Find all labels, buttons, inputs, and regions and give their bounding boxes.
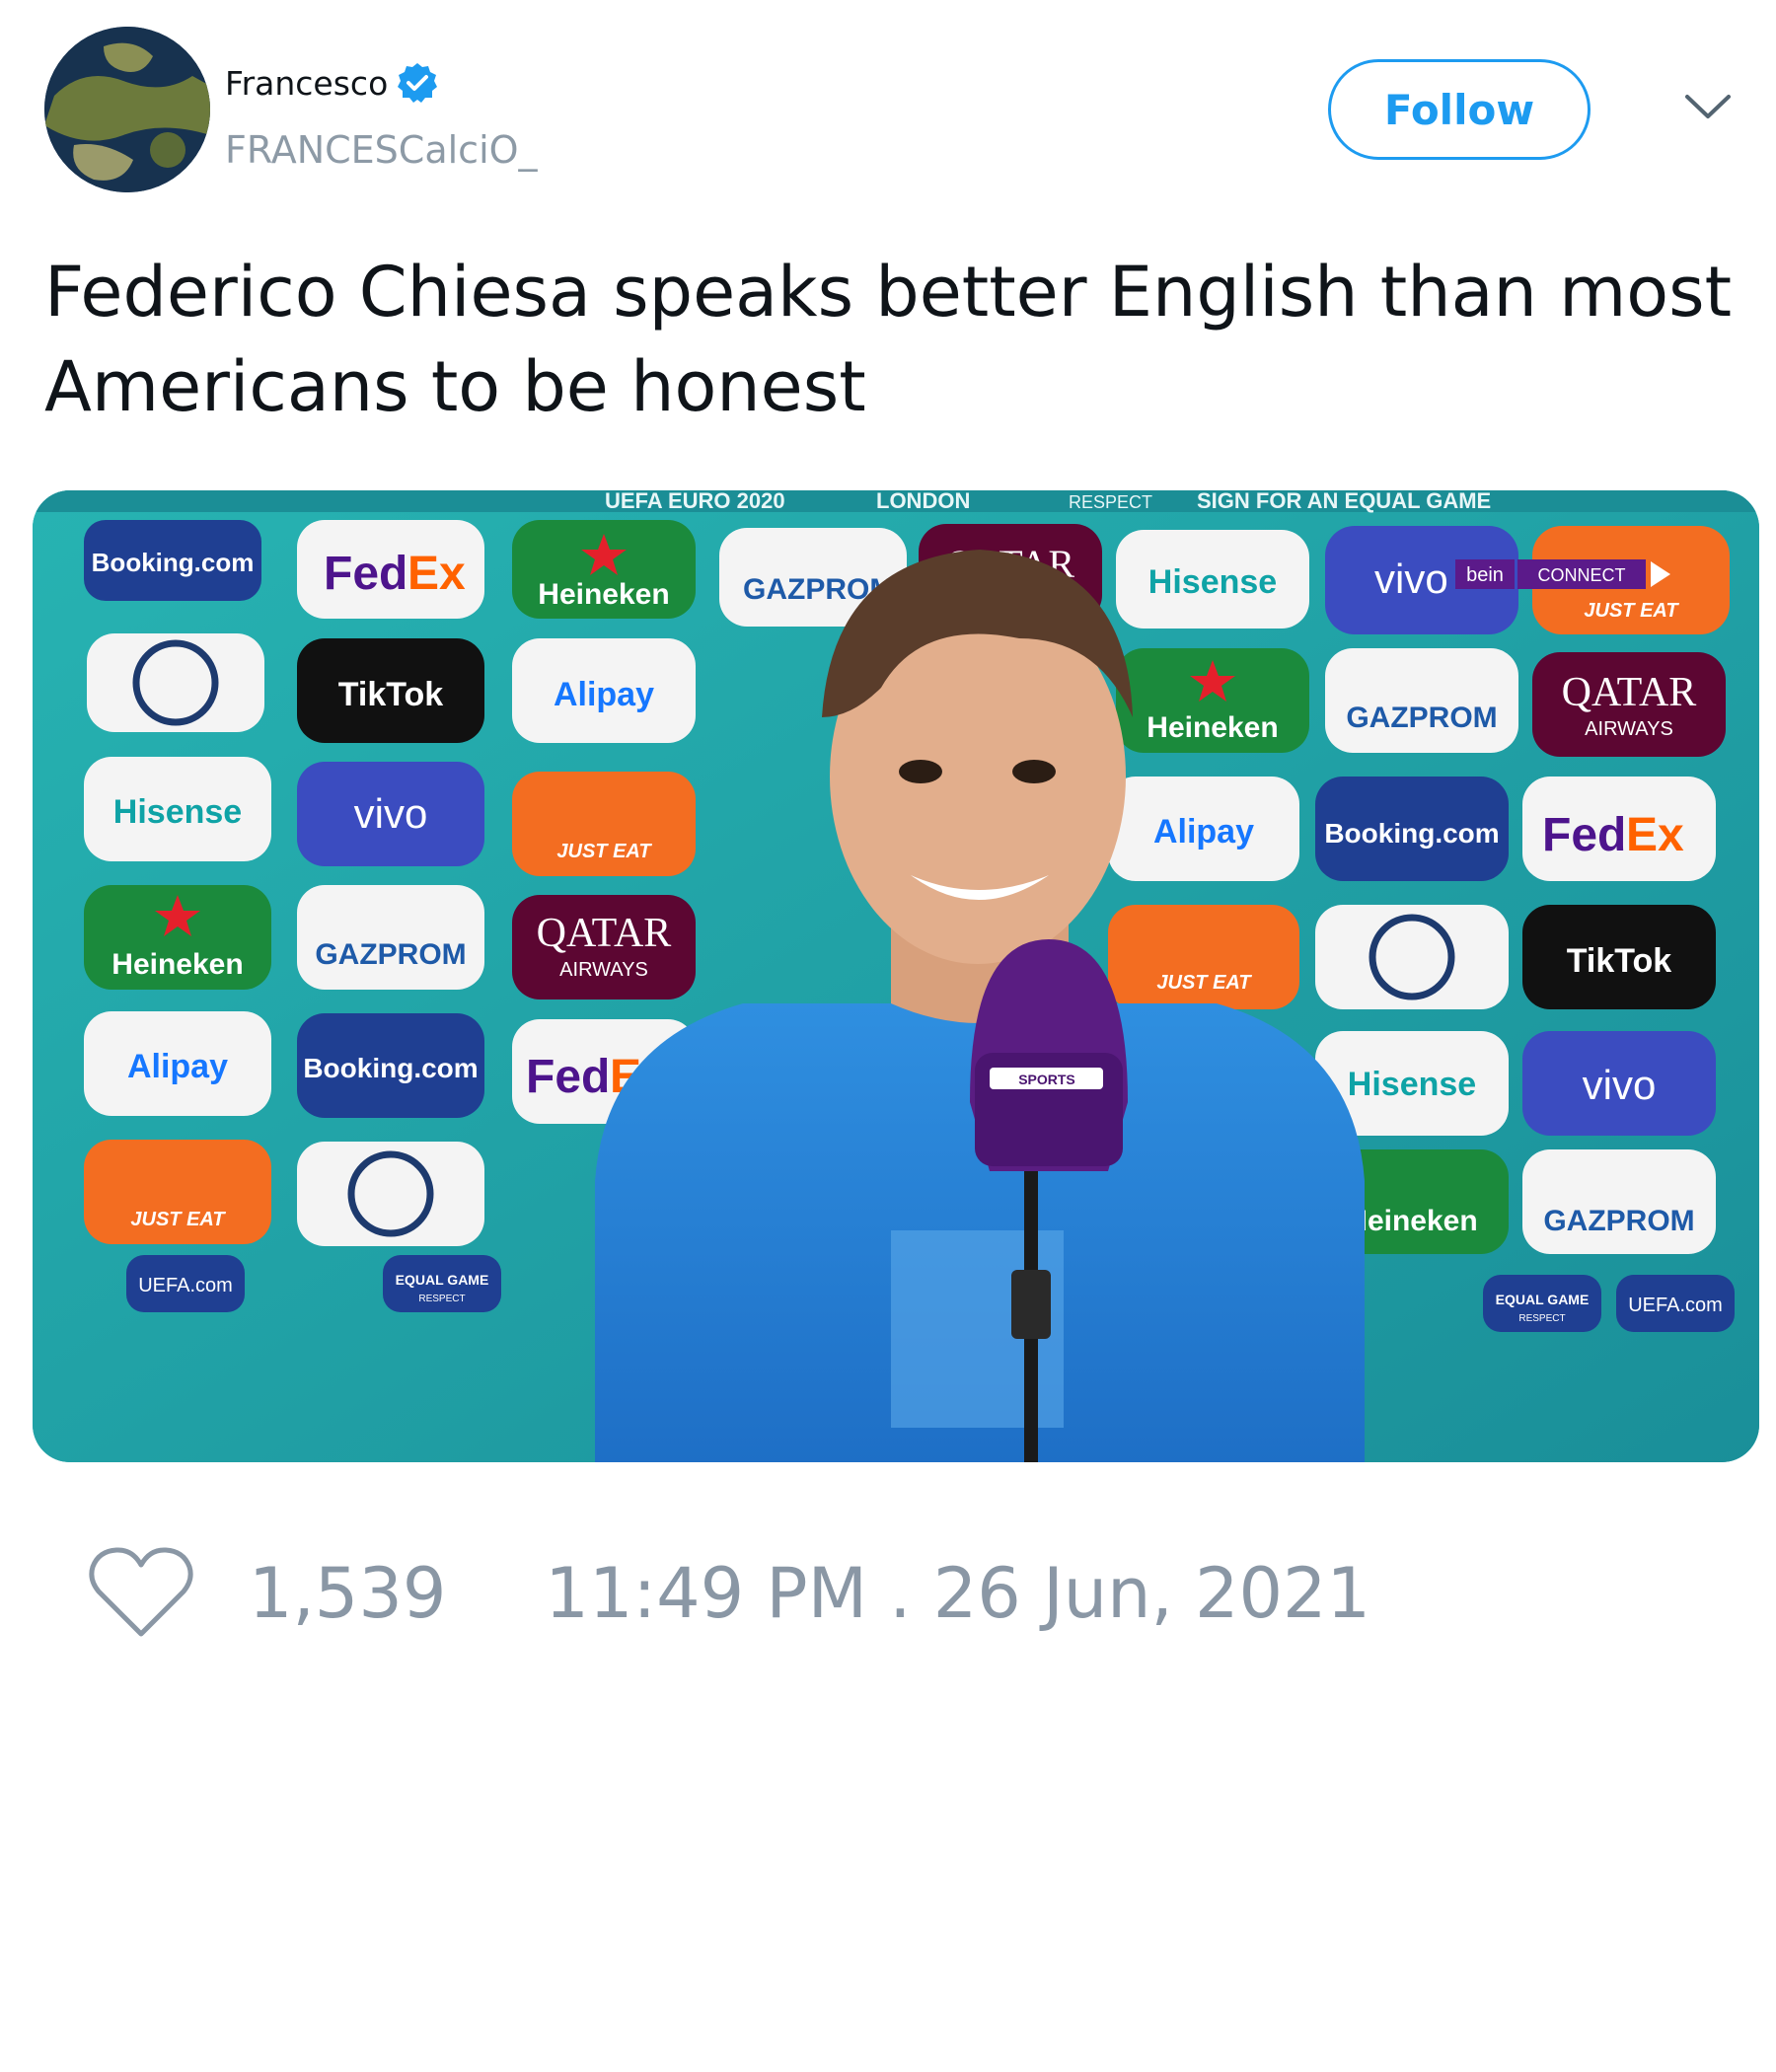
svg-text:GAZPROM: GAZPROM	[1346, 702, 1497, 734]
svg-text:Heineken: Heineken	[1346, 1205, 1477, 1237]
bein-connect-overlay: bein CONNECT	[1455, 559, 1670, 589]
svg-text:Heineken: Heineken	[1147, 711, 1278, 744]
svg-text:RESPECT: RESPECT	[1518, 1313, 1565, 1324]
svg-text:Alipay: Alipay	[554, 676, 654, 713]
like-count: 1,539	[249, 1553, 447, 1634]
svg-text:Hisense: Hisense	[113, 793, 242, 831]
svg-text:JUST EAT: JUST EAT	[1156, 972, 1252, 994]
svg-text:UEFA.com: UEFA.com	[1628, 1295, 1723, 1316]
svg-text:Alipay: Alipay	[1153, 813, 1254, 851]
sponsor-justeat-3: JUST EAT	[1108, 905, 1299, 1009]
banner-slogan: SIGN FOR AN EQUAL GAME	[1197, 490, 1491, 513]
sponsor-gazprom-2: GAZPROM	[1325, 648, 1518, 753]
author-handle[interactable]: FRANCESCalciO_	[225, 128, 538, 172]
sponsor-alipay-3: Alipay	[84, 1011, 271, 1116]
follow-button[interactable]: Follow	[1328, 59, 1591, 160]
heart-icon[interactable]	[89, 1547, 193, 1640]
sponsor-qatar-2: QATAR AIRWAYS	[1532, 652, 1726, 757]
sponsor-vivo-2: vivo	[297, 762, 484, 866]
sponsor-equal-game-2: EQUAL GAME RESPECT	[1483, 1275, 1601, 1332]
sponsor-booking: Booking.com	[84, 520, 261, 601]
svg-text:EQUAL GAME: EQUAL GAME	[396, 1272, 489, 1288]
banner-text: UEFA EURO 2020	[605, 490, 785, 513]
sponsor-alipay: Alipay	[512, 638, 696, 743]
sponsor-vivo-3: vivo	[1522, 1031, 1716, 1136]
svg-text:UEFA.com: UEFA.com	[138, 1275, 233, 1296]
svg-text:Hisense: Hisense	[1148, 563, 1277, 601]
svg-text:EQUAL GAME: EQUAL GAME	[1496, 1292, 1590, 1307]
mic-label: SPORTS	[1018, 1072, 1075, 1087]
svg-text:GAZPROM: GAZPROM	[315, 938, 466, 971]
svg-text:JUST EAT: JUST EAT	[1584, 600, 1679, 622]
chevron-down-icon[interactable]	[1683, 87, 1733, 126]
sponsor-alipay-2: Alipay	[1108, 777, 1299, 881]
sponsor-hisense: Hisense	[1116, 530, 1309, 629]
svg-text:RESPECT: RESPECT	[418, 1294, 465, 1304]
sponsor-fedex: Fed Ex	[297, 520, 484, 619]
sponsor-fedex-2: Fed Ex	[1522, 777, 1716, 881]
svg-text:QATAR: QATAR	[537, 911, 672, 956]
banner-respect: RESPECT	[1069, 492, 1152, 512]
sponsor-uefa-2: UEFA.com	[1616, 1275, 1735, 1332]
sponsor-qatar-3: QATAR AIRWAYS	[512, 895, 696, 999]
svg-text:Hisense: Hisense	[1348, 1066, 1476, 1103]
banner-city: LONDON	[876, 490, 970, 513]
svg-text:Booking.com: Booking.com	[303, 1053, 478, 1083]
tweet-footer: 1,539 11:49 PM . 26 Jun, 2021	[89, 1539, 1370, 1648]
tweet-media[interactable]: UEFA EURO 2020 LONDON RESPECT SIGN FOR A…	[33, 490, 1759, 1462]
svg-text:CONNECT: CONNECT	[1538, 565, 1626, 585]
svg-text:Alipay: Alipay	[127, 1048, 228, 1085]
sponsor-heineken-3: Heineken	[84, 885, 271, 990]
author-name[interactable]: Francesco	[225, 64, 388, 103]
sponsor-heineken-2: Heineken	[1116, 648, 1309, 753]
sponsor-gazprom-4: GAZPROM	[1522, 1149, 1716, 1254]
sponsor-vw-logo	[87, 633, 264, 732]
svg-text:QATAR: QATAR	[1562, 670, 1697, 715]
svg-text:JUST EAT: JUST EAT	[130, 1209, 226, 1230]
svg-text:AIRWAYS: AIRWAYS	[559, 959, 648, 981]
sponsor-tiktok-2: TikTok	[1522, 905, 1716, 1009]
svg-text:Fed: Fed	[526, 1051, 610, 1103]
svg-text:bein: bein	[1466, 564, 1504, 586]
svg-text:TikTok: TikTok	[1567, 942, 1672, 980]
sponsor-hisense-2: Hisense	[84, 757, 271, 861]
sponsor-equal-game: EQUAL GAME RESPECT	[383, 1255, 501, 1312]
svg-text:Fed: Fed	[324, 548, 407, 600]
svg-text:Booking.com: Booking.com	[1324, 818, 1499, 849]
sponsor-heineken: Heineken	[512, 520, 696, 619]
sponsor-justeat-4: JUST EAT	[84, 1140, 271, 1244]
svg-text:Heineken: Heineken	[111, 948, 243, 981]
svg-text:Ex: Ex	[407, 548, 466, 600]
svg-text:Fed: Fed	[1542, 809, 1626, 861]
svg-text:Ex: Ex	[1626, 809, 1684, 861]
svg-text:AIRWAYS: AIRWAYS	[1585, 718, 1673, 740]
svg-text:vivo: vivo	[1374, 555, 1448, 602]
svg-text:TikTok: TikTok	[338, 676, 444, 713]
sponsor-gazprom-3: GAZPROM	[297, 885, 484, 990]
svg-text:Heineken: Heineken	[538, 578, 669, 611]
tweet-timestamp[interactable]: 11:49 PM . 26 Jun, 2021	[545, 1553, 1370, 1634]
svg-text:GAZPROM: GAZPROM	[1543, 1205, 1694, 1237]
svg-text:vivo: vivo	[354, 790, 428, 837]
sponsor-tiktok: TikTok	[297, 638, 484, 743]
tweet-text: Federico Chiesa speaks better English th…	[44, 252, 1733, 427]
author-name-row[interactable]: Francesco	[225, 61, 439, 105]
svg-text:Booking.com: Booking.com	[92, 548, 255, 577]
svg-text:vivo: vivo	[1583, 1062, 1657, 1108]
sponsor-booking-3: Booking.com	[297, 1013, 484, 1118]
sponsor-booking-2: Booking.com	[1315, 777, 1509, 881]
sponsor-uefa: UEFA.com	[126, 1255, 245, 1312]
svg-text:JUST EAT: JUST EAT	[556, 841, 652, 862]
avatar[interactable]	[44, 27, 210, 192]
sponsor-justeat-2: JUST EAT	[512, 772, 696, 876]
verified-badge-icon	[396, 61, 439, 105]
